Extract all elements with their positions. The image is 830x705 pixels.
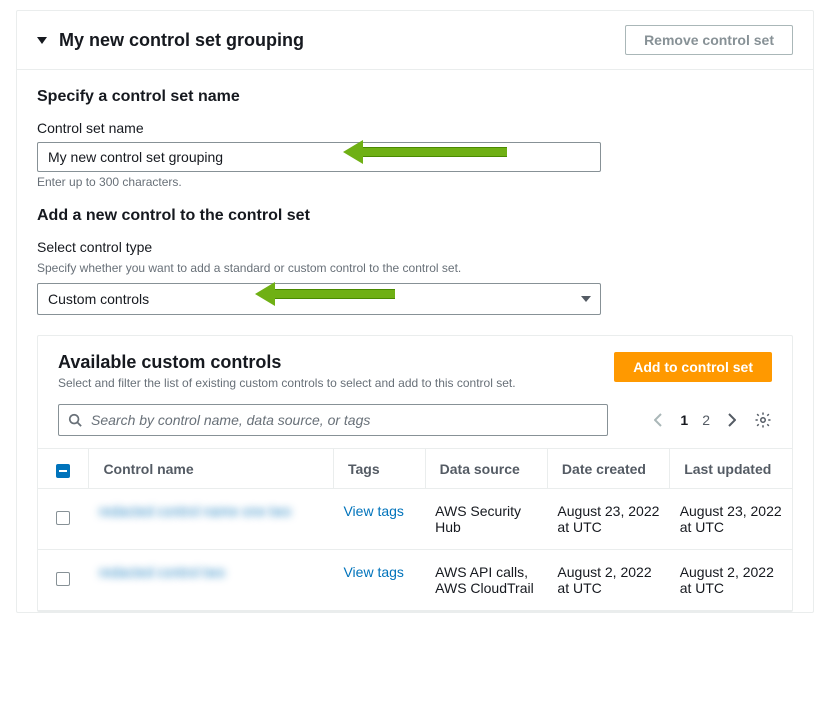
chevron-right-icon — [728, 413, 736, 427]
last-updated-cell: August 23, 2022 at UTC — [670, 489, 792, 550]
add-control-heading: Add a new control to the control set — [37, 207, 793, 225]
view-tags-link[interactable]: View tags — [343, 564, 403, 580]
available-heading: Available custom controls — [58, 352, 516, 373]
col-header-created[interactable]: Date created — [547, 449, 669, 489]
panel-title: My new control set grouping — [59, 30, 304, 51]
control-set-name-label: Control set name — [37, 120, 793, 136]
control-type-select[interactable]: Custom controls — [37, 283, 601, 315]
pager-page-1[interactable]: 1 — [680, 412, 688, 428]
control-set-name-input[interactable] — [37, 142, 601, 172]
pager-prev-button — [650, 413, 666, 427]
col-header-source[interactable]: Data source — [425, 449, 547, 489]
pager-page-2[interactable]: 2 — [702, 412, 710, 428]
remove-control-set-button[interactable]: Remove control set — [625, 25, 793, 55]
pager-next-button[interactable] — [724, 413, 740, 427]
specify-heading: Specify a control set name — [37, 88, 793, 106]
add-to-control-set-button[interactable]: Add to control set — [614, 352, 772, 382]
data-source-cell: AWS API calls, AWS CloudTrail — [425, 550, 547, 611]
control-set-name-help: Enter up to 300 characters. — [37, 175, 793, 189]
control-name-link[interactable]: redacted control name one two — [99, 503, 291, 519]
chevron-left-icon — [654, 413, 662, 427]
last-updated-cell: August 2, 2022 at UTC — [670, 550, 792, 611]
col-header-name[interactable]: Control name — [89, 449, 334, 489]
col-header-updated[interactable]: Last updated — [670, 449, 792, 489]
data-source-cell: AWS Security Hub — [425, 489, 547, 550]
select-control-type-label: Select control type — [37, 239, 793, 255]
gear-icon[interactable] — [754, 411, 772, 429]
row-checkbox[interactable] — [56, 511, 70, 525]
table-row: redacted control name one two View tags … — [38, 489, 792, 550]
select-control-type-sublabel: Specify whether you want to add a standa… — [37, 261, 793, 275]
col-header-tags[interactable]: Tags — [333, 449, 425, 489]
control-name-link[interactable]: redacted control two — [99, 564, 225, 580]
control-type-selected: Custom controls — [48, 291, 149, 307]
date-created-cell: August 23, 2022 at UTC — [547, 489, 669, 550]
view-tags-link[interactable]: View tags — [343, 503, 403, 519]
table-row: redacted control two View tags AWS API c… — [38, 550, 792, 611]
search-icon — [68, 413, 82, 427]
select-all-checkbox[interactable] — [56, 464, 70, 478]
search-input[interactable] — [58, 404, 608, 436]
caret-down-icon[interactable] — [37, 37, 47, 44]
row-checkbox[interactable] — [56, 572, 70, 586]
date-created-cell: August 2, 2022 at UTC — [547, 550, 669, 611]
available-subheading: Select and filter the list of existing c… — [58, 376, 516, 390]
